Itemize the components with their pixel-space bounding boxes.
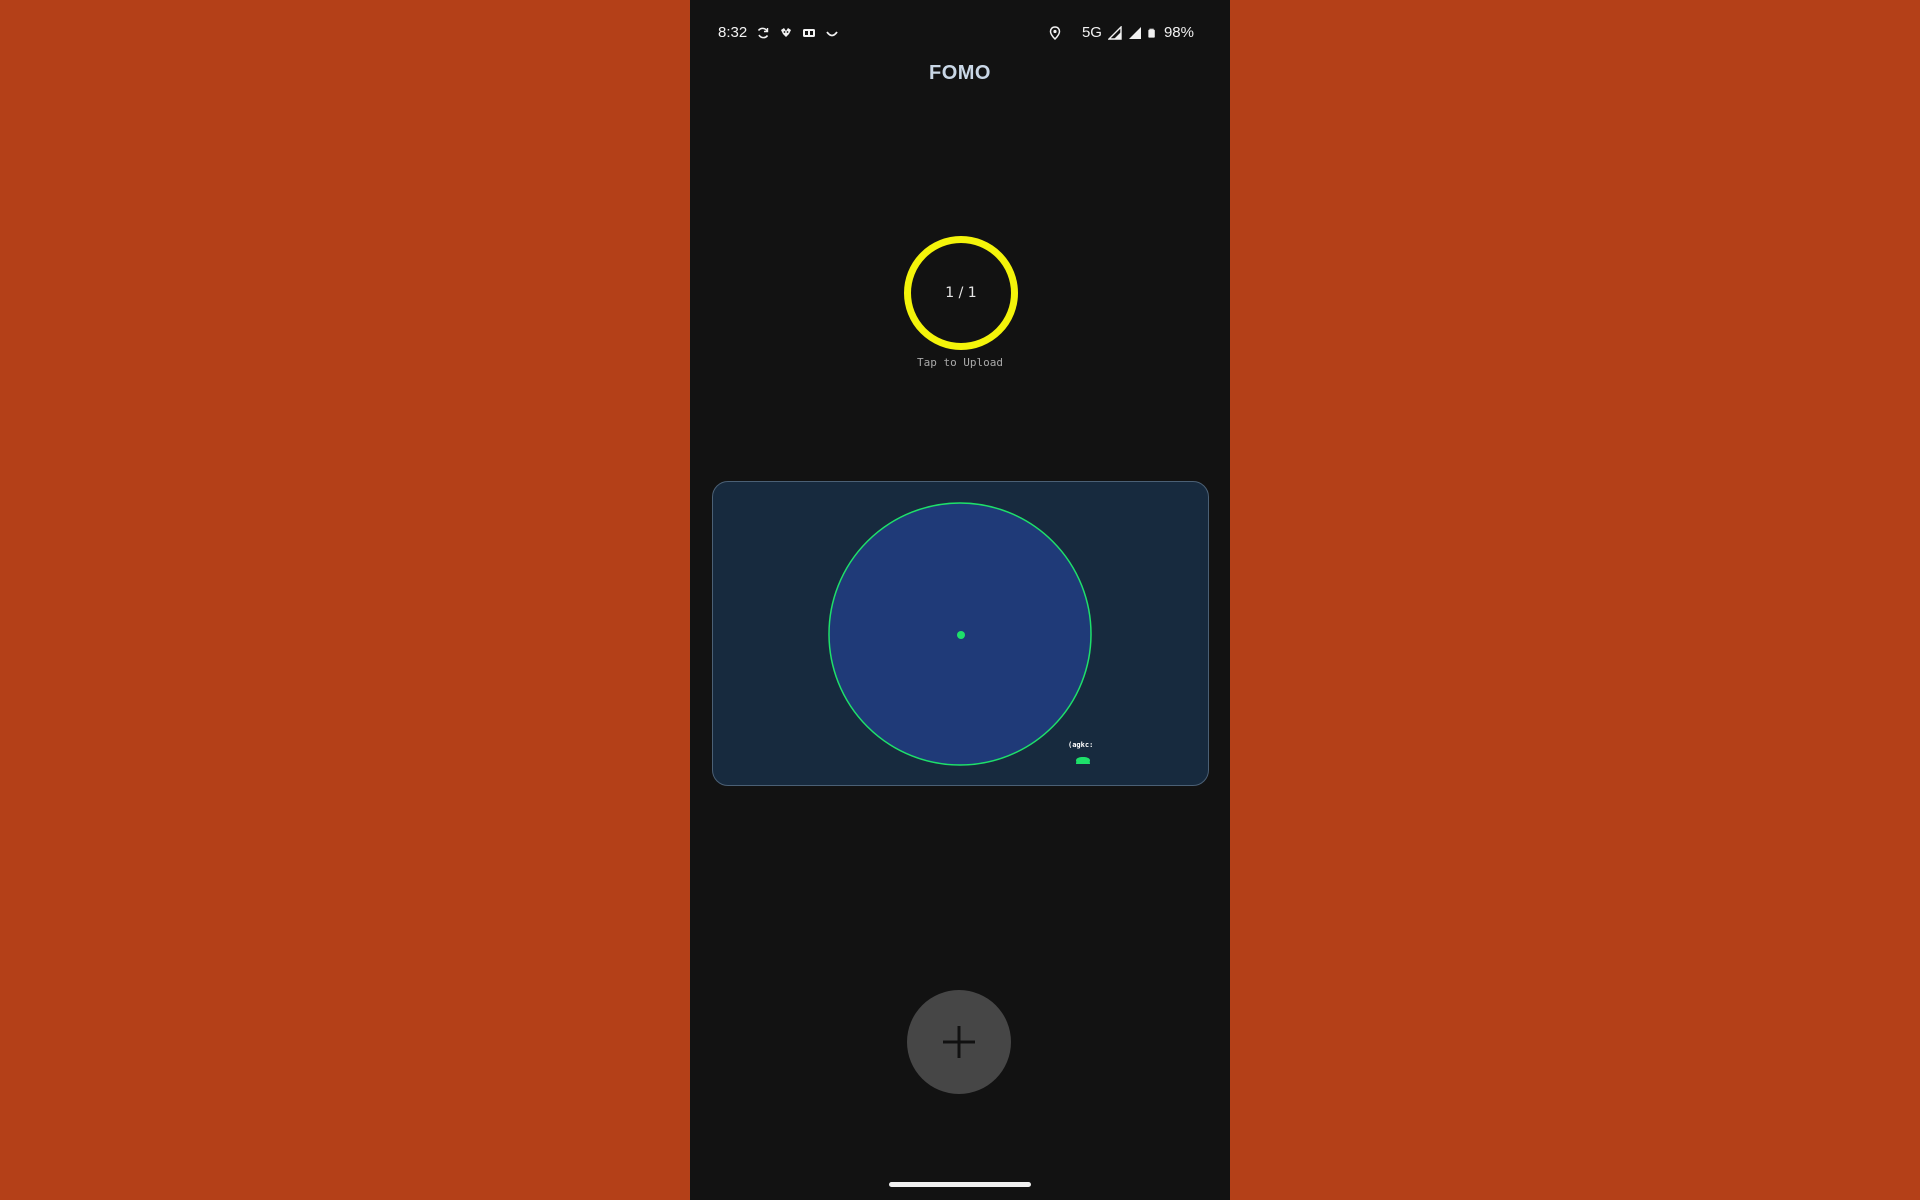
sd-card-icon [803, 28, 816, 37]
marker-label: (agkc: [1068, 741, 1093, 749]
status-left: 8:32 [718, 24, 839, 41]
pet-icon [781, 27, 792, 37]
phone-screen: 8:32 5G 98% FOMO 1 / 1 Tap to Upload (ag… [690, 0, 1230, 1200]
signal-full-icon [1128, 26, 1141, 39]
smile-icon [826, 30, 838, 36]
radar-card: (agkc: [712, 481, 1209, 786]
add-button[interactable] [907, 990, 1011, 1094]
status-time: 8:32 [718, 24, 748, 41]
status-bar: 8:32 5G 98% [690, 0, 1230, 66]
upload-hint: Tap to Upload [916, 356, 1004, 369]
radar-view: (agkc: [828, 502, 1093, 766]
upload-count: 1 / 1 [945, 285, 977, 301]
network-type: 5G [1081, 24, 1102, 41]
upload-button[interactable]: 1 / 1 [904, 236, 1018, 350]
battery-icon [1148, 28, 1155, 38]
plus-icon [943, 1026, 975, 1058]
signal-icon [1107, 25, 1122, 40]
battery-percent: 98% [1163, 24, 1194, 41]
status-right: 5G 98% [1048, 24, 1194, 41]
marker-shape [1076, 757, 1090, 764]
app-title: FOMO [929, 62, 991, 84]
location-icon [1049, 25, 1061, 40]
sync-icon [758, 27, 769, 38]
radar-center-dot [957, 631, 965, 639]
home-indicator[interactable] [889, 1182, 1031, 1187]
